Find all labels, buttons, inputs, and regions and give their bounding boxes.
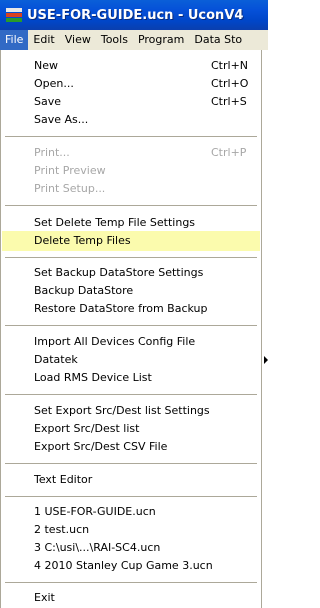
menu-item-set-delete-temp[interactable]: Set Delete Temp File Settings bbox=[2, 213, 260, 233]
menu-tools[interactable]: Tools bbox=[96, 30, 133, 50]
menu-item-restore-datastore-label: Restore DataStore from Backup bbox=[34, 302, 208, 315]
menu-item-set-export[interactable]: Set Export Src/Dest list Settings bbox=[2, 401, 260, 421]
menu-item-print-setup[interactable]: Print Setup... bbox=[2, 179, 260, 199]
submenu-arrow-icon bbox=[264, 356, 268, 364]
menu-item-save-label: Save bbox=[34, 95, 62, 108]
menu-item-text-editor[interactable]: Text Editor bbox=[2, 470, 260, 490]
menu-item-print-preview[interactable]: Print Preview bbox=[2, 161, 260, 181]
menu-item-delete-temp-files[interactable]: Delete Temp Files bbox=[2, 231, 260, 251]
menu-separator bbox=[5, 582, 257, 583]
menu-separator bbox=[5, 205, 257, 206]
menu-item-export-list[interactable]: Export Src/Dest list bbox=[2, 419, 260, 439]
menu-item-new-label: New bbox=[34, 59, 58, 72]
menu-item-recent-file-2[interactable]: 2 test.ucn bbox=[2, 520, 260, 540]
menu-item-save[interactable]: Save Ctrl+S bbox=[2, 92, 260, 112]
menu-item-restore-datastore[interactable]: Restore DataStore from Backup bbox=[2, 299, 260, 319]
menu-item-print-setup-label: Print Setup... bbox=[34, 182, 106, 195]
menu-item-print[interactable]: Print... Ctrl+P bbox=[2, 143, 260, 163]
menu-separator bbox=[5, 325, 257, 326]
menu-item-set-backup-label: Set Backup DataStore Settings bbox=[34, 266, 204, 279]
menu-item-import-all-devices[interactable]: Import All Devices Config File bbox=[2, 332, 260, 352]
menu-item-backup-datastore[interactable]: Backup DataStore bbox=[2, 281, 260, 301]
menu-item-export-list-label: Export Src/Dest list bbox=[34, 422, 140, 435]
menu-separator bbox=[5, 394, 257, 395]
menu-item-load-rms[interactable]: Load RMS Device List bbox=[2, 368, 260, 388]
menu-item-save-as-label: Save As... bbox=[34, 113, 89, 126]
menu-item-set-export-label: Set Export Src/Dest list Settings bbox=[34, 404, 210, 417]
menu-item-new-shortcut: Ctrl+N bbox=[211, 59, 249, 72]
recent-file-label: 2 test.ucn bbox=[34, 523, 90, 536]
menu-item-export-csv-label: Export Src/Dest CSV File bbox=[34, 440, 168, 453]
menu-item-datatek-label: Datatek bbox=[34, 353, 78, 366]
menu-edit[interactable]: Edit bbox=[28, 30, 59, 50]
recent-file-label: 3 C:\usi\...\RAI-SC4.ucn bbox=[34, 541, 161, 554]
title-bar[interactable]: USE-FOR-GUIDE.ucn - UconV4 bbox=[0, 0, 268, 30]
menu-separator bbox=[5, 136, 257, 137]
menu-item-load-rms-label: Load RMS Device List bbox=[34, 371, 152, 384]
menu-item-text-editor-label: Text Editor bbox=[34, 473, 93, 486]
menu-item-export-csv[interactable]: Export Src/Dest CSV File bbox=[2, 437, 260, 457]
menu-view[interactable]: View bbox=[60, 30, 96, 50]
menu-item-set-backup[interactable]: Set Backup DataStore Settings bbox=[2, 263, 260, 283]
menu-item-set-delete-temp-label: Set Delete Temp File Settings bbox=[34, 216, 196, 229]
app-icon bbox=[6, 7, 22, 23]
menu-item-new[interactable]: New Ctrl+N bbox=[2, 56, 260, 76]
menu-separator bbox=[5, 496, 257, 497]
menu-item-exit-label: Exit bbox=[34, 591, 55, 604]
recent-file-label: 4 2010 Stanley Cup Game 3.ucn bbox=[34, 559, 213, 572]
menu-item-save-as[interactable]: Save As... bbox=[2, 110, 260, 130]
menu-item-open-shortcut: Ctrl+O bbox=[211, 77, 249, 90]
file-menu-dropdown: New Ctrl+N Open... Ctrl+O Save Ctrl+S Sa… bbox=[0, 50, 262, 608]
menu-separator bbox=[5, 257, 257, 258]
menu-item-recent-file-3[interactable]: 3 C:\usi\...\RAI-SC4.ucn bbox=[2, 538, 260, 558]
menu-data-store[interactable]: Data Sto bbox=[189, 30, 247, 50]
menu-item-exit[interactable]: Exit bbox=[2, 588, 260, 608]
menu-item-open-label: Open... bbox=[34, 77, 74, 90]
recent-file-label: 1 USE-FOR-GUIDE.ucn bbox=[34, 505, 156, 518]
menu-item-recent-file-4[interactable]: 4 2010 Stanley Cup Game 3.ucn bbox=[2, 556, 260, 576]
window-title: USE-FOR-GUIDE.ucn - UconV4 bbox=[27, 7, 244, 23]
menu-item-print-preview-label: Print Preview bbox=[34, 164, 106, 177]
menu-item-open[interactable]: Open... Ctrl+O bbox=[2, 74, 260, 94]
menu-file[interactable]: File bbox=[0, 30, 29, 50]
menu-item-print-shortcut: Ctrl+P bbox=[211, 146, 247, 159]
menu-separator bbox=[5, 463, 257, 464]
menu-item-backup-datastore-label: Backup DataStore bbox=[34, 284, 134, 297]
menu-item-print-label: Print... bbox=[34, 146, 70, 159]
menu-item-save-shortcut: Ctrl+S bbox=[211, 95, 247, 108]
menu-item-datatek[interactable]: Datatek bbox=[2, 350, 260, 370]
menu-item-delete-temp-files-label: Delete Temp Files bbox=[34, 234, 131, 247]
menu-bar: File Edit View Tools Program Data Sto bbox=[0, 30, 268, 50]
menu-program[interactable]: Program bbox=[133, 30, 189, 50]
menu-item-import-all-devices-label: Import All Devices Config File bbox=[34, 335, 196, 348]
menu-item-recent-file-1[interactable]: 1 USE-FOR-GUIDE.ucn bbox=[2, 502, 260, 522]
